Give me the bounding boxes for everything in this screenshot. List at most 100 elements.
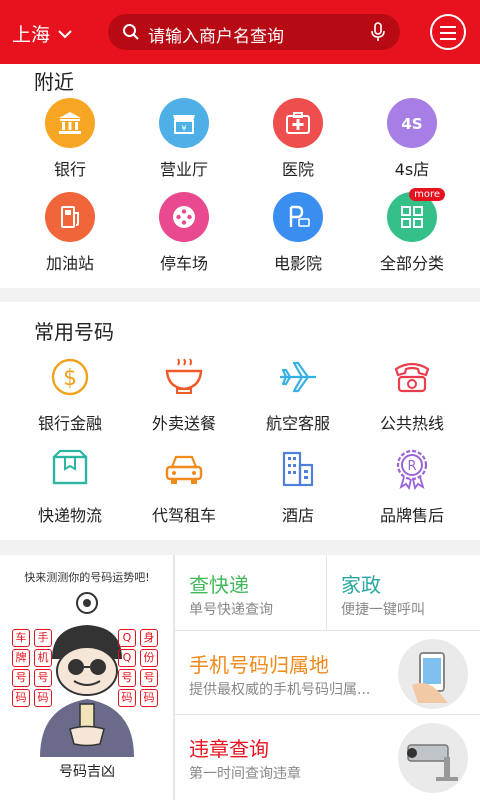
common-item-label: 代驾租车: [151, 506, 216, 525]
dollar-icon: $: [45, 352, 95, 402]
card-subtitle: 单号快递查询: [189, 602, 273, 618]
common-item-label: 航空客服: [265, 414, 330, 433]
nearby-item-label: 营业厅: [159, 160, 208, 179]
package-icon: [45, 444, 95, 494]
microphone-icon[interactable]: [370, 22, 386, 42]
common-item-brand-after-sales[interactable]: R 品牌售后: [352, 444, 472, 526]
promo-char: 身: [140, 629, 158, 647]
top-bar: 上海 请输入商户名查询: [0, 0, 480, 64]
card-subtitle: 第一时间查询违章: [189, 766, 301, 782]
city-selector[interactable]: 上海: [12, 20, 74, 47]
ribbon-icon: R: [387, 444, 437, 494]
search-placeholder: 请输入商户名查询: [148, 27, 284, 47]
common-item-food-delivery[interactable]: 外卖送餐: [124, 352, 244, 434]
menu-icon-line: [440, 32, 456, 34]
promo-char: 码: [34, 689, 52, 707]
nearby-item-label: 银行: [53, 160, 86, 179]
nearby-item-4s-store[interactable]: 4S 4s店: [352, 98, 472, 180]
bowl-icon: [159, 352, 209, 402]
promo-char: 码: [140, 689, 158, 707]
card-title: 家政: [341, 573, 381, 597]
common-item-label: 公共热线: [379, 414, 444, 433]
services-area: 快来测测你的号码运势吧! 车 牌 号 码 手 机 号 码 Q Q 号 码 身 份…: [0, 555, 480, 800]
number-fortune-promo[interactable]: 快来测测你的号码运势吧! 车 牌 号 码 手 机 号 码 Q Q 号 码 身 份…: [0, 555, 174, 800]
store-icon: ¥: [159, 98, 209, 148]
search-icon: [123, 24, 139, 40]
nearby-section: 附近 银行 ¥ 营业厅 医院 4S 4s店 加油站 停车场 电影院 more 全…: [0, 64, 480, 288]
grid-icon: more: [387, 188, 445, 242]
common-item-bank-finance[interactable]: $ 银行金融: [10, 352, 130, 434]
promo-char: 车: [12, 629, 30, 647]
promo-char: Q: [118, 649, 136, 667]
chevron-down-icon: [58, 29, 72, 38]
building-icon: [273, 444, 323, 494]
nearby-item-label: 全部分类: [379, 254, 444, 273]
common-item-label: 银行金融: [37, 414, 102, 433]
promo-char: 机: [34, 649, 52, 667]
phone-icon: [387, 352, 437, 402]
phone-in-hand-image: [398, 639, 468, 709]
promo-caption: 号码吉凶: [59, 764, 115, 780]
common-item-airline-service[interactable]: 航空客服: [238, 352, 358, 434]
app: 上海 请输入商户名查询 附近 银行 ¥ 营业厅 医院 4S 4s店 加油站 停车…: [0, 0, 480, 800]
first-aid-icon: [273, 98, 323, 148]
card-title: 手机号码归属地: [189, 653, 329, 677]
traffic-camera-image: [398, 723, 468, 793]
nearby-item-parking[interactable]: 停车场: [124, 192, 244, 274]
svg-text:4S: 4S: [401, 115, 422, 133]
promo-char: 号: [34, 669, 52, 687]
common-numbers-title: 常用号码: [34, 320, 114, 344]
promo-char: 手: [34, 629, 52, 647]
nearby-item-gas-station[interactable]: 加油站: [10, 192, 130, 274]
express-query-card[interactable]: 查快递 单号快递查询: [174, 555, 326, 631]
nearby-title: 附近: [34, 70, 74, 94]
housekeeping-card[interactable]: 家政 便捷一键呼叫: [326, 555, 480, 631]
common-item-label: 酒店: [281, 506, 314, 525]
promo-left-tags: 车 牌 号 码 手 机 号 码: [12, 629, 52, 707]
promo-char: 号: [12, 669, 30, 687]
card-subtitle: 便捷一键呼叫: [341, 602, 425, 618]
car-icon: [159, 444, 209, 494]
nearby-item-hospital[interactable]: 医院: [238, 98, 358, 180]
common-numbers-section: 常用号码 $ 银行金融 外卖送餐 航空客服 公共热线 快递物流 代驾租车 酒店 …: [0, 302, 480, 540]
car-dealer-icon: 4S: [387, 98, 437, 148]
nearby-item-bank[interactable]: 银行: [10, 98, 130, 180]
common-item-public-hotline[interactable]: 公共热线: [352, 352, 472, 434]
nearby-item-label: 4s店: [394, 160, 430, 179]
promo-right-tags: Q Q 号 码 身 份 号 码: [118, 629, 158, 707]
svg-text:¥: ¥: [181, 124, 186, 133]
menu-icon: [440, 26, 456, 28]
promo-char: 码: [118, 689, 136, 707]
more-badge: more: [409, 188, 445, 201]
city-label: 上海: [12, 24, 51, 46]
search-input[interactable]: 请输入商户名查询: [108, 14, 400, 50]
common-item-hotel[interactable]: 酒店: [238, 444, 358, 526]
svg-text:$: $: [63, 366, 77, 391]
traffic-violation-card[interactable]: 违章查询 第一时间查询违章: [174, 715, 480, 800]
phone-location-card[interactable]: 手机号码归属地 提供最权威的手机号码归属...: [174, 631, 480, 715]
promo-char: Q: [118, 629, 136, 647]
common-item-label: 快递物流: [37, 506, 102, 525]
nearby-item-all-categories[interactable]: more 全部分类: [352, 188, 472, 274]
common-item-label: 外卖送餐: [151, 414, 216, 433]
nearby-item-cinema[interactable]: 电影院: [238, 192, 358, 274]
common-item-driver-rental[interactable]: 代驾租车: [124, 444, 244, 526]
nearby-item-label: 医院: [281, 160, 314, 179]
menu-button[interactable]: [430, 14, 466, 50]
parking-wheel-icon: [159, 192, 209, 242]
parking-bus-icon: [273, 192, 323, 242]
promo-char: 号: [140, 669, 158, 687]
common-item-express-logistics[interactable]: 快递物流: [10, 444, 130, 526]
nearby-item-business-hall[interactable]: ¥ 营业厅: [124, 98, 244, 180]
fuel-icon: [45, 192, 95, 242]
airplane-icon: [273, 352, 323, 402]
promo-char: 码: [12, 689, 30, 707]
promo-headline: 快来测测你的号码运势吧!: [24, 571, 150, 584]
nearby-item-label: 电影院: [273, 254, 322, 273]
card-title: 查快递: [189, 573, 249, 597]
svg-text:R: R: [407, 459, 416, 474]
nearby-item-label: 停车场: [159, 254, 208, 273]
bank-icon: [45, 98, 95, 148]
card-title: 违章查询: [189, 737, 269, 761]
promo-char: 号: [118, 669, 136, 687]
